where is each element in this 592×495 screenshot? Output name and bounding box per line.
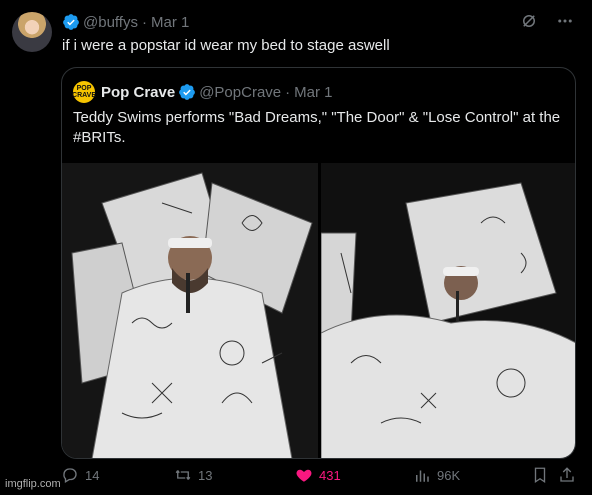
quote-author-avatar[interactable]: POP CRAVE (72, 81, 96, 103)
reply-icon (63, 468, 77, 483)
tweet-date[interactable]: Mar 1 (151, 14, 189, 31)
grok-icon[interactable] (520, 12, 538, 30)
share-button[interactable] (558, 466, 576, 484)
more-options-icon[interactable] (556, 12, 574, 30)
reply-button[interactable]: 14 (61, 466, 99, 484)
views-button[interactable]: 96K (413, 466, 460, 484)
repost-button[interactable]: 13 (174, 466, 212, 484)
header-separator: · (141, 13, 147, 31)
tweet-header: @buffys · Mar 1 (62, 12, 189, 32)
bookmark-icon (534, 467, 546, 484)
share-icon (560, 467, 574, 482)
views-chart-icon (416, 470, 429, 482)
tweet-text: if i were a popstar id wear my bed to st… (62, 37, 390, 54)
author-handle[interactable]: @buffys (83, 14, 138, 31)
quote-verified-badge-icon (179, 84, 196, 100)
author-avatar[interactable] (12, 12, 52, 52)
quote-author-handle[interactable]: @PopCrave (199, 84, 281, 101)
quote-date[interactable]: Mar 1 (294, 84, 332, 101)
reply-count: 14 (85, 467, 100, 483)
like-count: 431 (319, 467, 341, 483)
quote-header-separator: · (285, 83, 291, 101)
quote-author-name[interactable]: Pop Crave (101, 84, 175, 101)
quoted-tweet[interactable]: POP CRAVE Pop Crave @PopCrave · Mar 1 Te… (61, 67, 576, 459)
views-count: 96K (437, 467, 461, 483)
like-button[interactable]: 431 (295, 466, 341, 484)
imgflip-watermark: imgflip.com (5, 478, 61, 490)
bookmark-button[interactable] (531, 466, 549, 484)
performance-photo-left[interactable] (62, 163, 318, 458)
verified-badge-icon (63, 14, 79, 30)
repost-count: 13 (198, 467, 213, 483)
repost-icon (175, 470, 191, 480)
tweet-actions: 14 13 431 96K (61, 466, 576, 488)
heart-icon (296, 469, 312, 482)
quote-text: Teddy Swims performs "Bad Dreams," "The … (73, 109, 561, 146)
performance-photo-right[interactable] (321, 163, 575, 458)
